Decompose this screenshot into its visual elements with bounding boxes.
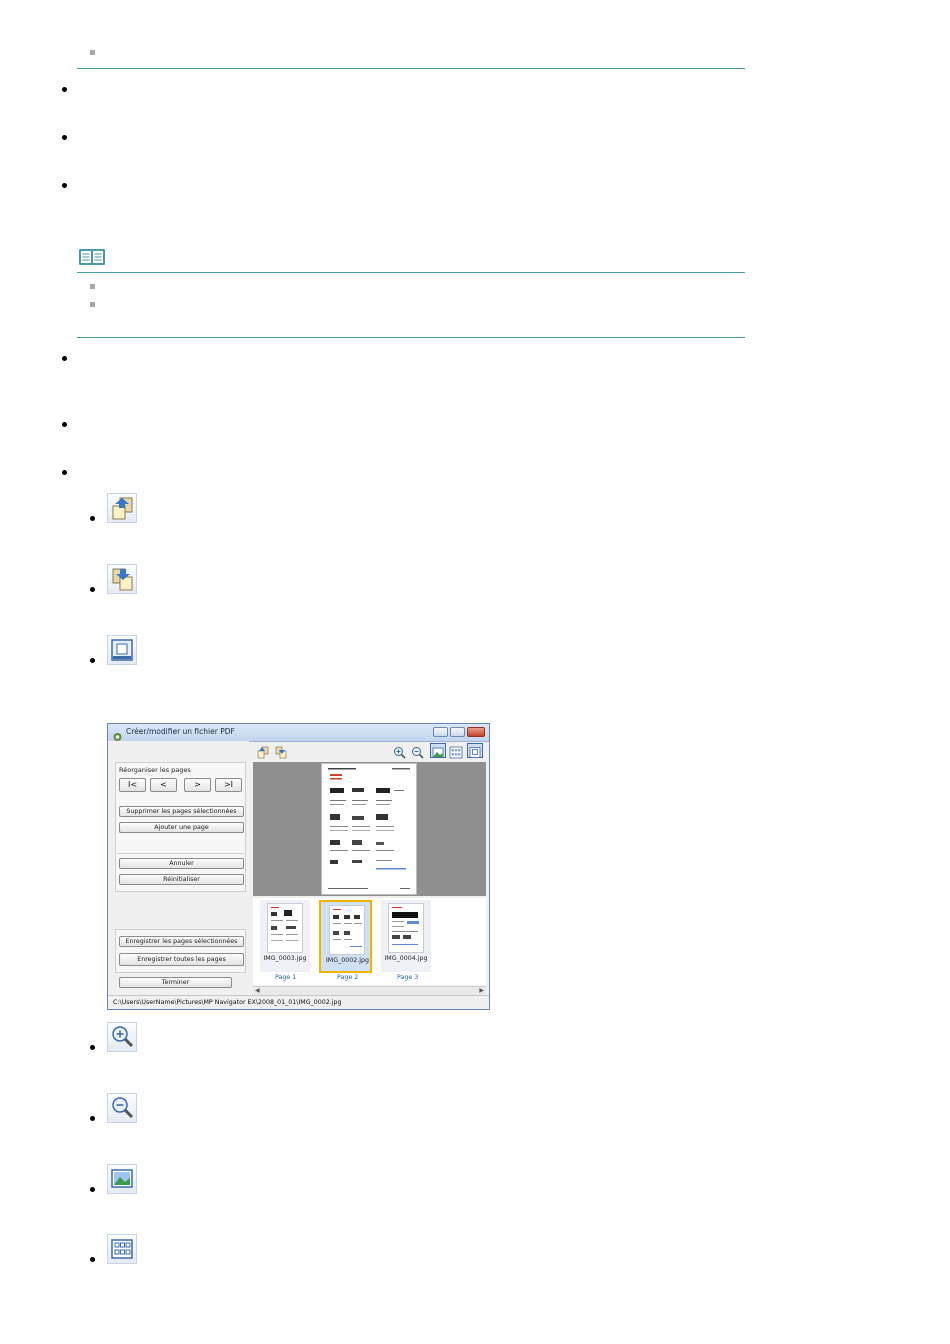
horizontal-scrollbar[interactable]: ◀ ▶ [253, 986, 486, 995]
preview-page [321, 763, 417, 895]
thumbnail-grid-icon [107, 1234, 137, 1264]
full-screen-icon [107, 635, 137, 665]
page-move-up-icon[interactable] [256, 744, 270, 759]
note-divider-bottom [77, 337, 745, 338]
app-icon [112, 727, 123, 741]
thumbnail-item-selected[interactable]: IMG_0002.jpg [319, 900, 372, 973]
page-move-up-icon [107, 493, 137, 523]
bullet [62, 183, 67, 188]
thumbnail-item[interactable]: IMG_0004.jpg [381, 900, 431, 972]
create-edit-pdf-window: Créer/modifier un fichier PDF Réorganise… [107, 723, 490, 1010]
zoom-out-icon [107, 1093, 137, 1123]
previous-page-button[interactable]: < [150, 778, 177, 792]
thumbnail-filename: IMG_0002.jpg [325, 957, 370, 964]
preview-image-icon[interactable] [430, 743, 446, 758]
status-file-path: C:\Users\UserName\Pictures\MP Navigator … [113, 999, 342, 1006]
thumbnail-page [267, 903, 303, 953]
last-page-button[interactable]: >I [215, 778, 242, 792]
page-label: Page 2 [337, 974, 359, 981]
page-label: Page 1 [275, 974, 297, 981]
thumbnail-item[interactable]: IMG_0003.jpg [260, 900, 310, 972]
note-icon [78, 248, 106, 266]
zoom-in-icon [107, 1022, 137, 1052]
preview-image-icon [107, 1164, 137, 1194]
zoom-in-icon[interactable] [393, 744, 407, 759]
page-label: Page 3 [397, 974, 419, 981]
thumbnail-page [329, 905, 365, 955]
next-page-button[interactable]: > [184, 778, 211, 792]
scroll-right-arrow-icon[interactable]: ▶ [479, 987, 484, 994]
maximize-button[interactable] [450, 727, 465, 737]
add-page-button[interactable]: Ajouter une page [119, 822, 244, 833]
note-divider-top [77, 272, 745, 273]
thumbnail-filename: IMG_0003.jpg [263, 955, 307, 962]
first-page-button[interactable]: I< [119, 778, 146, 792]
page-move-down-icon[interactable] [274, 744, 288, 759]
close-button[interactable] [467, 727, 485, 737]
bullet [62, 422, 67, 427]
thumbnail-filename: IMG_0004.jpg [384, 955, 428, 962]
bullet [62, 87, 67, 92]
sub-bullet [90, 516, 95, 521]
left-pane: Réorganiser les pages I< < > >I Supprime… [108, 741, 249, 995]
save-all-pages-button[interactable]: Enregistrer toutes les pages [119, 953, 244, 966]
finish-button[interactable]: Terminer [119, 977, 232, 988]
separator [117, 853, 244, 854]
bullet [62, 135, 67, 140]
delete-selected-pages-button[interactable]: Supprimer les pages sélectionnées [119, 806, 244, 817]
zoom-out-icon[interactable] [411, 744, 425, 759]
sub-bullet [90, 587, 95, 592]
bullet [62, 356, 67, 361]
title-bar: Créer/modifier un fichier PDF [108, 724, 489, 742]
scroll-left-arrow-icon[interactable]: ◀ [255, 987, 260, 994]
full-screen-icon[interactable] [467, 743, 483, 758]
sub-bullet [90, 1257, 95, 1262]
sub-bullet [90, 1045, 95, 1050]
status-bar: C:\Users\UserName\Pictures\MP Navigator … [108, 995, 489, 1009]
sub-bullet [90, 1187, 95, 1192]
reset-button[interactable]: Réinitialiser [119, 874, 244, 885]
note-bullet [90, 50, 95, 55]
rearrange-label: Réorganiser les pages [119, 766, 191, 774]
sub-bullet [90, 1116, 95, 1121]
sub-bullet [90, 658, 95, 663]
note-bullet [90, 302, 95, 307]
divider [77, 68, 745, 69]
minimize-button[interactable] [433, 727, 448, 737]
thumbnail-page [388, 903, 424, 953]
note-bullet [90, 284, 95, 289]
page-move-down-icon [107, 564, 137, 594]
window-title: Créer/modifier un fichier PDF [126, 727, 235, 736]
bullet [62, 470, 67, 475]
thumbnail-grid-icon[interactable] [449, 744, 463, 759]
undo-button[interactable]: Annuler [119, 858, 244, 869]
save-selected-pages-button[interactable]: Enregistrer les pages sélectionnées [119, 936, 244, 947]
